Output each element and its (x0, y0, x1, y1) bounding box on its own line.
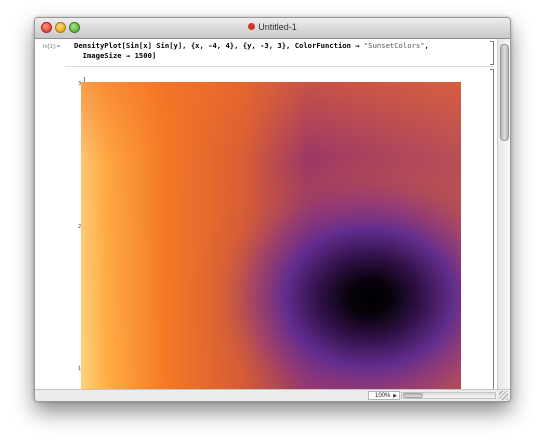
title-bar[interactable]: Untitled-1 (35, 18, 510, 39)
zoom-arrow-icon: ▶ (393, 393, 397, 399)
input-label: In[1]:= (43, 44, 61, 50)
code-line-1-comma: , (424, 41, 429, 50)
window-title: Untitled-1 (35, 21, 510, 34)
plot-dark-core (81, 82, 461, 390)
horizontal-scroll-thumb[interactable] (403, 393, 423, 398)
code-line-1-main: DensityPlot[Sin[x] Sin[y], {x, -4, 4}, {… (74, 41, 364, 50)
notebook-content[interactable]: In[1]:= DensityPlot[Sin[x] Sin[y], {x, -… (35, 39, 510, 401)
output-cell-bracket[interactable] (490, 69, 494, 401)
resize-corner-icon[interactable] (499, 391, 508, 400)
input-code[interactable]: DensityPlot[Sin[x] Sin[y], {x, -4, 4}, {… (74, 41, 429, 61)
notebook-window: Untitled-1 In[1]:= DensityPlot[Sin[x] Si… (34, 17, 511, 402)
density-plot[interactable] (81, 82, 461, 390)
vertical-scrollbar[interactable] (497, 39, 510, 389)
cell-divider (65, 66, 493, 67)
document-icon (248, 23, 256, 31)
zoom-dropdown[interactable]: 100% ▶ (368, 391, 400, 400)
code-line-2: ImageSize → 1500] (74, 51, 157, 60)
code-line-1-string: "SunsetColors" (363, 41, 425, 50)
window-title-text: Untitled-1 (258, 22, 297, 32)
horizontal-scrollbar[interactable] (401, 392, 496, 399)
status-bar: 100% ▶ (35, 389, 510, 401)
input-cell-bracket[interactable] (490, 41, 494, 65)
vertical-scroll-thumb[interactable] (500, 44, 509, 141)
